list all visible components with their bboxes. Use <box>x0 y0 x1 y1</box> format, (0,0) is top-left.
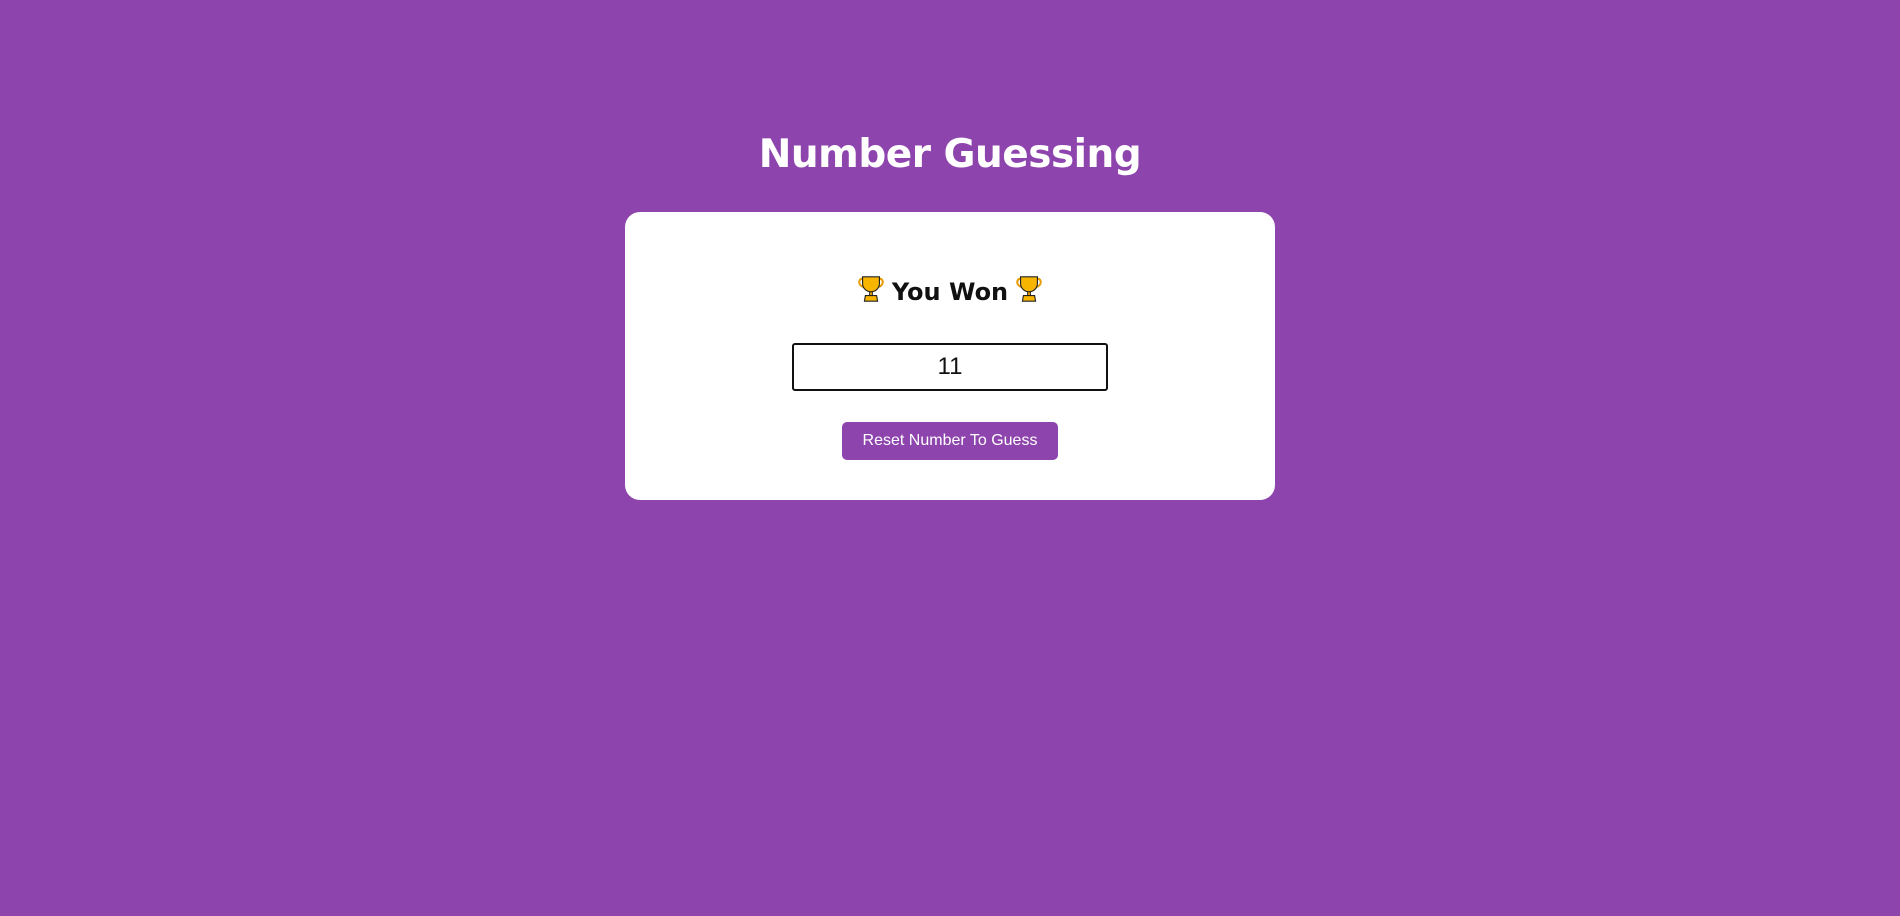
trophy-icon <box>858 276 884 302</box>
game-card: You Won Reset Number To Guess <box>625 212 1275 500</box>
result-message: You Won <box>625 274 1275 309</box>
result-label: You Won <box>891 278 1009 306</box>
reset-button[interactable]: Reset Number To Guess <box>842 422 1058 460</box>
page-title: Number Guessing <box>758 132 1142 177</box>
guess-input[interactable] <box>792 343 1108 391</box>
trophy-icon <box>1016 276 1042 302</box>
